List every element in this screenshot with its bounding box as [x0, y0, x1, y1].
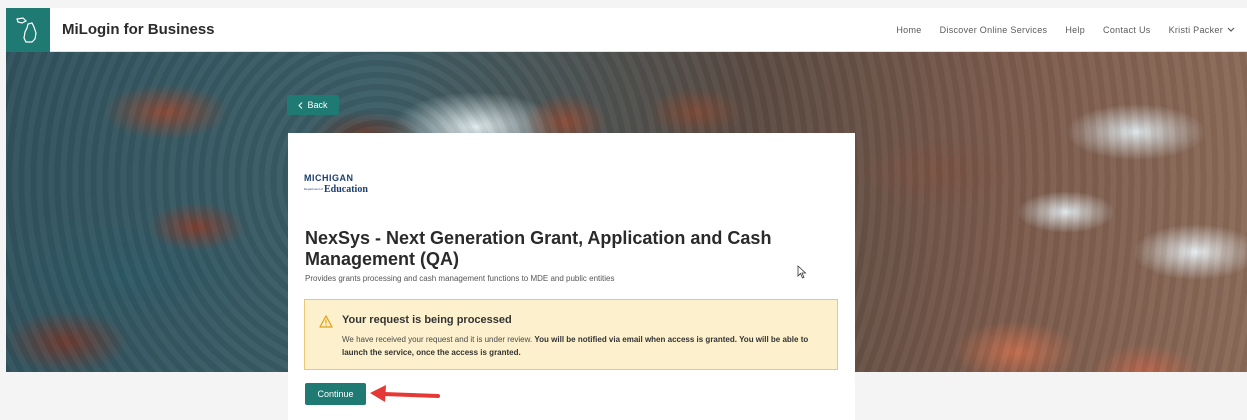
nav-discover-online-services[interactable]: Discover Online Services [940, 25, 1048, 35]
nav-contact-us[interactable]: Contact Us [1103, 25, 1151, 35]
user-name: Kristi Packer [1168, 24, 1223, 35]
alert-title: Your request is being processed [342, 314, 512, 326]
chevron-left-icon [298, 101, 303, 109]
service-card: MICHIGAN Department of Education NexSys … [288, 133, 855, 420]
chevron-down-icon [1227, 27, 1235, 32]
michigan-state-icon[interactable] [6, 7, 50, 52]
service-description: Provides grants processing and cash mana… [305, 274, 615, 283]
alert-body-plain: We have received your request and it is … [342, 335, 535, 344]
service-title: NexSys - Next Generation Grant, Applicat… [305, 228, 772, 269]
page: MiLogin for Business Home Discover Onlin… [0, 0, 1247, 420]
back-label: Back [307, 100, 328, 110]
processing-alert: Your request is being processed We have … [304, 299, 838, 370]
logo-line0: Department of [304, 187, 324, 191]
logo-line1: MICHIGAN [304, 173, 354, 183]
warning-icon [319, 315, 333, 328]
nav-home[interactable]: Home [896, 25, 921, 35]
brand-title[interactable]: MiLogin for Business [62, 21, 215, 38]
mouse-cursor-icon [797, 265, 807, 279]
annotation-arrow-icon [370, 385, 440, 402]
top-header: MiLogin for Business Home Discover Onlin… [6, 7, 1247, 52]
michigan-education-logo: MICHIGAN Department of Education [304, 173, 372, 197]
alert-body: We have received your request and it is … [342, 333, 832, 359]
back-button[interactable]: Back [287, 95, 339, 115]
nav-help[interactable]: Help [1065, 25, 1085, 35]
top-nav: Home Discover Online Services Help Conta… [896, 25, 1247, 35]
logo-line2: Education [324, 184, 368, 195]
continue-button[interactable]: Continue [305, 383, 366, 405]
user-menu[interactable]: Kristi Packer [1169, 25, 1235, 35]
